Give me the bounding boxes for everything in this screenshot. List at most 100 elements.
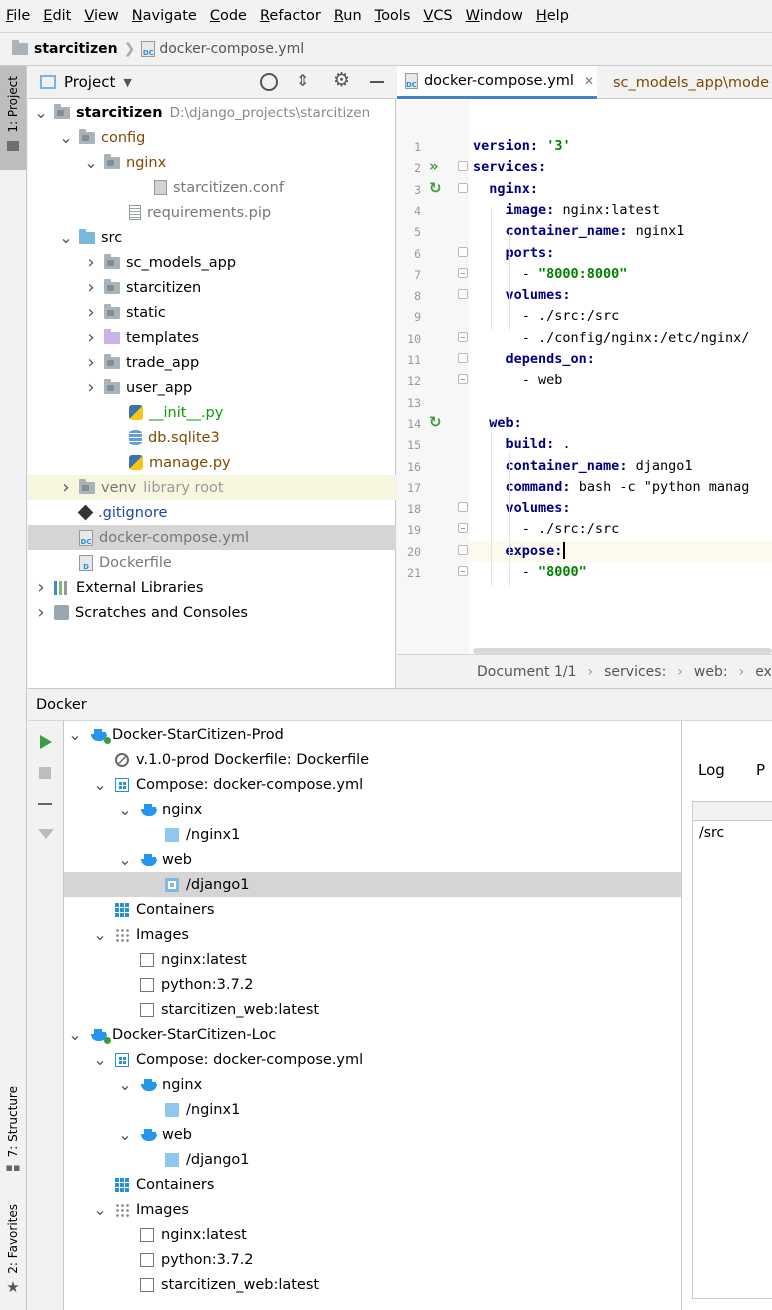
fold-marker-icon[interactable] bbox=[458, 374, 468, 385]
docker-tree-item[interactable]: Containers bbox=[64, 1172, 681, 1197]
fold-marker-icon[interactable] bbox=[458, 502, 468, 513]
code-area[interactable]: version: '3' services: nginx: image: ngin… bbox=[397, 100, 772, 654]
breadcrumb-item[interactable]: Document 1/1 bbox=[477, 664, 577, 680]
project-tool-tab[interactable]: 1: Project bbox=[0, 66, 26, 170]
chevron-down-icon[interactable]: ⌄ bbox=[118, 1076, 132, 1092]
breadcrumb-item[interactable]: services: bbox=[604, 664, 666, 680]
close-icon[interactable]: ✕ bbox=[584, 74, 594, 88]
fold-marker-icon[interactable] bbox=[458, 182, 468, 193]
properties-tab[interactable]: P bbox=[756, 761, 765, 779]
docker-tree-item[interactable]: /nginx1 bbox=[64, 822, 681, 847]
menu-item-file[interactable]: File bbox=[6, 8, 30, 24]
docker-tree-item[interactable]: nginx:latest bbox=[64, 947, 681, 972]
menu-item-help[interactable]: Help bbox=[536, 8, 569, 24]
nav-file-name[interactable]: docker-compose.yml bbox=[159, 41, 304, 57]
project-tree-item[interactable]: › static bbox=[28, 300, 396, 325]
chevron-down-icon[interactable]: ⌄ bbox=[93, 1201, 107, 1217]
locate-icon[interactable] bbox=[260, 73, 278, 91]
project-tree-item[interactable]: › External Libraries bbox=[28, 575, 396, 600]
project-tree-item[interactable]: ⌄ src bbox=[28, 225, 396, 250]
docker-tree-item[interactable]: Containers bbox=[64, 897, 681, 922]
docker-tree-item[interactable]: /django1 bbox=[64, 1147, 681, 1172]
docker-tree-item[interactable]: ⌄ Docker-StarCitizen-Prod bbox=[64, 722, 681, 747]
nav-project-name[interactable]: starcitizen bbox=[34, 41, 118, 57]
fold-marker-icon[interactable] bbox=[458, 353, 468, 363]
chevron-down-icon[interactable]: ⌄ bbox=[93, 1051, 107, 1067]
chevron-down-icon[interactable]: ⌄ bbox=[84, 154, 98, 170]
breadcrumb-item[interactable]: expo bbox=[755, 664, 772, 680]
docker-tree-item[interactable]: ⌄ Images bbox=[64, 1197, 681, 1222]
docker-tree-item[interactable]: /nginx1 bbox=[64, 1097, 681, 1122]
chevron-down-icon[interactable]: ⌄ bbox=[59, 229, 73, 245]
chevron-down-icon[interactable]: ⌄ bbox=[34, 104, 48, 120]
chevron-right-icon[interactable]: › bbox=[84, 252, 98, 273]
fold-marker-icon[interactable] bbox=[458, 246, 468, 257]
chevron-down-icon[interactable]: ⌄ bbox=[68, 726, 82, 742]
rerun-icon[interactable]: ↻ bbox=[429, 413, 442, 431]
chevron-down-icon[interactable]: ⌄ bbox=[93, 926, 107, 942]
menu-item-code[interactable]: Code bbox=[210, 8, 247, 24]
fold-marker-icon[interactable] bbox=[458, 523, 468, 534]
chevron-down-icon[interactable]: ⌄ bbox=[59, 129, 73, 145]
chevron-right-icon[interactable]: › bbox=[34, 602, 48, 623]
project-tree-item[interactable]: › trade_app bbox=[28, 350, 396, 375]
menu-item-edit[interactable]: Edit bbox=[43, 8, 71, 24]
chevron-right-icon[interactable]: › bbox=[84, 277, 98, 298]
chevron-right-icon[interactable]: › bbox=[84, 327, 98, 348]
docker-tree-item[interactable]: ⌄ web bbox=[64, 847, 681, 872]
tab-docker-compose[interactable]: DC docker-compose.yml ✕ bbox=[397, 66, 597, 99]
menu-item-run[interactable]: Run bbox=[334, 8, 362, 24]
docker-tree-item[interactable]: /django1 bbox=[64, 872, 681, 897]
project-tree-item[interactable]: ⌄ config bbox=[28, 125, 396, 150]
breadcrumb-item[interactable]: web: bbox=[694, 664, 728, 680]
project-tree-item[interactable]: .gitignore bbox=[28, 500, 396, 525]
run-all-icon[interactable]: » bbox=[429, 157, 439, 175]
docker-tree-item[interactable]: v.1.0-prod Dockerfile: Dockerfile bbox=[64, 747, 681, 772]
tab-sc-models-app[interactable]: sc_models_app\mode bbox=[599, 66, 772, 99]
filter-icon[interactable] bbox=[38, 829, 54, 839]
rerun-icon[interactable]: ↻ bbox=[429, 179, 442, 197]
chevron-down-icon[interactable]: ⌄ bbox=[118, 851, 132, 867]
fold-marker-icon[interactable] bbox=[458, 267, 468, 278]
project-tree-item[interactable]: › user_app bbox=[28, 375, 396, 400]
chevron-right-icon[interactable]: › bbox=[59, 477, 73, 498]
chevron-right-icon[interactable]: › bbox=[34, 577, 48, 598]
docker-tree-item[interactable]: ⌄ Docker-StarCitizen-Loc bbox=[64, 1022, 681, 1047]
project-tree-item[interactable]: › starcitizen bbox=[28, 275, 396, 300]
minus-icon[interactable] bbox=[38, 803, 52, 805]
docker-tree-item[interactable]: nginx:latest bbox=[64, 1222, 681, 1247]
menu-item-vcs[interactable]: VCS bbox=[423, 8, 452, 24]
stop-icon[interactable] bbox=[39, 767, 51, 779]
project-tree-item[interactable]: DC docker-compose.yml bbox=[28, 525, 396, 550]
docker-tree-item[interactable]: python:3.7.2 bbox=[64, 972, 681, 997]
fold-marker-icon[interactable] bbox=[458, 289, 468, 300]
docker-tree-item[interactable]: starcitizen_web:latest bbox=[64, 1272, 681, 1297]
project-tree-item[interactable]: › Scratches and Consoles bbox=[28, 600, 396, 625]
menu-item-view[interactable]: View bbox=[84, 8, 118, 24]
docker-tree-item[interactable]: ⌄ nginx bbox=[64, 1072, 681, 1097]
project-tree-item[interactable]: ⌄ starcitizen D:\django_projects\starcitiz… bbox=[28, 100, 396, 125]
gear-icon[interactable]: ⚙ bbox=[333, 69, 350, 91]
project-tree-item[interactable]: ⌄ nginx bbox=[28, 150, 396, 175]
docker-tree-item[interactable]: ⌄ Compose: docker-compose.yml bbox=[64, 1047, 681, 1072]
collapse-all-icon[interactable]: ⇕ bbox=[296, 71, 309, 90]
menu-item-navigate[interactable]: Navigate bbox=[132, 8, 197, 24]
play-icon[interactable] bbox=[40, 735, 52, 749]
fold-marker-icon[interactable] bbox=[458, 544, 468, 555]
chevron-down-icon[interactable]: ⌄ bbox=[93, 776, 107, 792]
favorites-tool-tab[interactable]: 2: Favorites ★ bbox=[2, 1204, 24, 1296]
chevron-right-icon[interactable]: › bbox=[84, 352, 98, 373]
project-tree-item[interactable]: manage.py bbox=[28, 450, 396, 475]
chevron-down-icon[interactable]: ▼ bbox=[123, 76, 131, 89]
docker-tree-item[interactable]: ⌄ Compose: docker-compose.yml bbox=[64, 772, 681, 797]
docker-tree-item[interactable]: ⌄ Images bbox=[64, 922, 681, 947]
structure-tool-tab[interactable]: 7: Structure ▪▪ bbox=[2, 1086, 24, 1174]
fold-marker-icon[interactable] bbox=[458, 566, 468, 576]
chevron-down-icon[interactable]: ⌄ bbox=[118, 801, 132, 817]
project-tree-item[interactable]: db.sqlite3 bbox=[28, 425, 396, 450]
project-view-selector[interactable]: Project bbox=[64, 73, 115, 91]
docker-tree-item[interactable]: starcitizen_web:latest bbox=[64, 997, 681, 1022]
project-tree-item[interactable]: requirements.pip bbox=[28, 200, 396, 225]
docker-tree-item[interactable]: ⌄ nginx bbox=[64, 797, 681, 822]
project-tree-item[interactable]: __init__.py bbox=[28, 400, 396, 425]
